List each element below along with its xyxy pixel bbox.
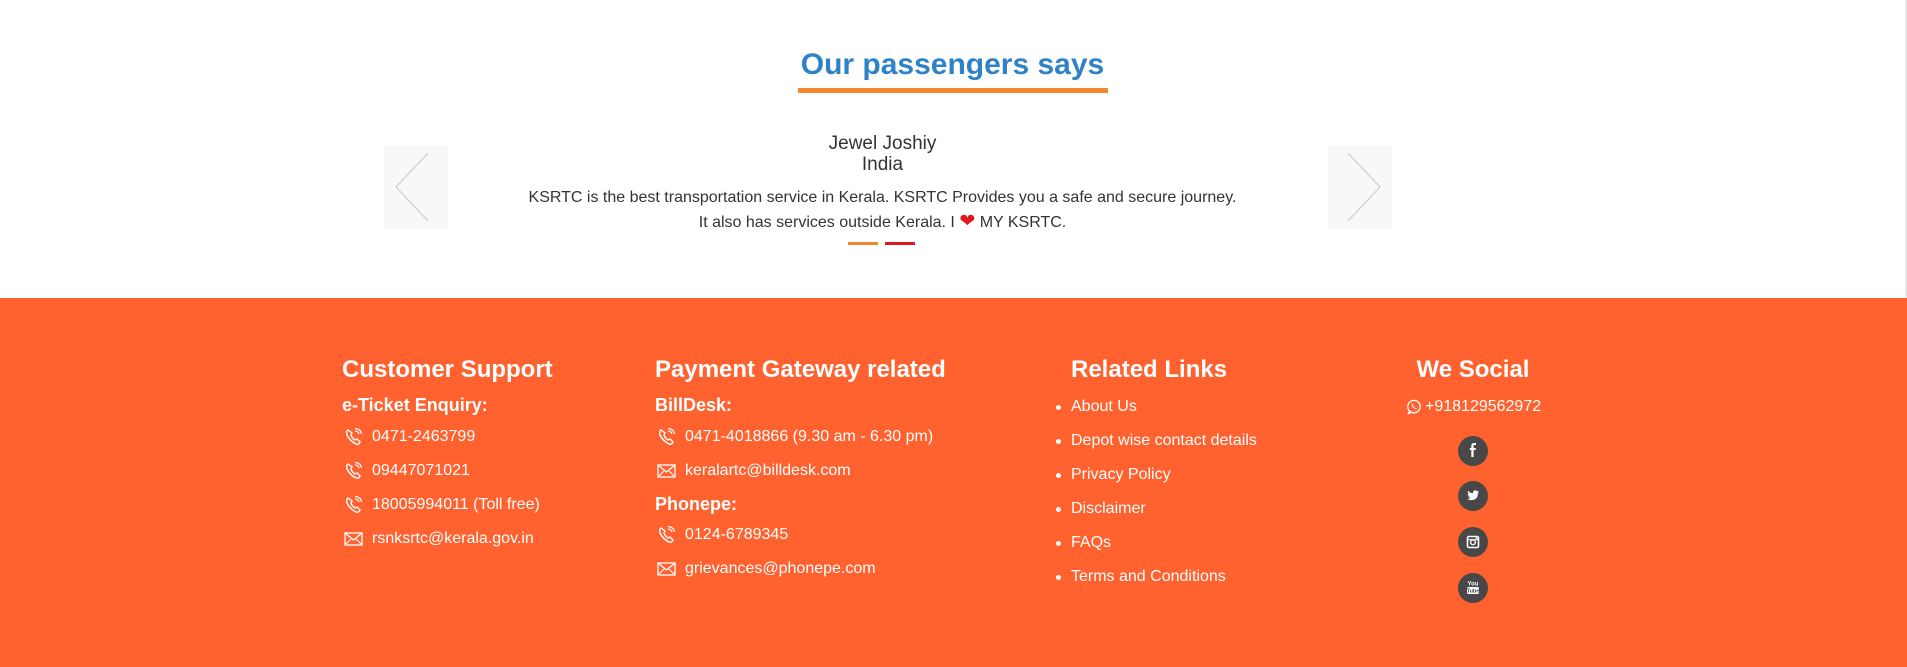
twitter-icon	[1467, 490, 1479, 501]
link-label: Terms and Conditions	[1071, 568, 1226, 585]
mail-icon	[655, 462, 685, 480]
link-about-us[interactable]: About Us	[1056, 398, 1137, 416]
link-label: Disclaimer	[1071, 500, 1146, 517]
support-phone-2[interactable]: 09447071021	[342, 462, 470, 480]
bullet	[1056, 507, 1061, 512]
instagram-icon	[1466, 535, 1480, 549]
quote-line-2-end: MY KSRTC.	[979, 214, 1067, 231]
bullet	[1056, 439, 1061, 444]
phonepe-email[interactable]: grievances@phonepe.com	[655, 560, 876, 578]
testimonial-quote: KSRTC is the best transportation service…	[500, 186, 1265, 235]
support-phone-text: 09447071021	[372, 462, 470, 479]
eticket-enquiry-label: e-Ticket Enquiry:	[342, 395, 488, 415]
support-phone-text: 0471-2463799	[372, 428, 476, 445]
mail-icon	[655, 560, 685, 578]
link-depot-contacts[interactable]: Depot wise contact details	[1056, 432, 1257, 450]
bullet	[1056, 575, 1061, 580]
phone-icon	[655, 526, 685, 544]
testimonials-heading: Our passengers says	[800, 48, 1105, 81]
support-phone-1[interactable]: 0471-2463799	[342, 428, 475, 446]
link-label: Depot wise contact details	[1071, 432, 1257, 449]
link-disclaimer[interactable]: Disclaimer	[1056, 500, 1146, 518]
testimonial-author: Jewel Joshiy	[828, 133, 937, 154]
youtube-icon: You Tube	[1467, 582, 1480, 595]
bullet	[1056, 405, 1061, 410]
billdesk-phone[interactable]: 0471-4018866 (9.30 am - 6.30 pm)	[655, 428, 933, 446]
billdesk-email-text: keralartc@billdesk.com	[685, 462, 851, 479]
svg-text:You: You	[1468, 582, 1479, 588]
facebook-button[interactable]	[1458, 436, 1488, 466]
link-label: Privacy Policy	[1071, 466, 1171, 483]
bullet	[1056, 473, 1061, 478]
phonepe-phone-text: 0124-6789345	[685, 526, 789, 543]
chevron-right-icon	[1347, 152, 1381, 222]
link-label: About Us	[1071, 398, 1137, 415]
payment-gateway-title: Payment Gateway related	[655, 356, 946, 383]
related-links-title: Related Links	[1071, 356, 1228, 383]
mail-icon	[342, 530, 372, 548]
heading-underline	[798, 88, 1108, 93]
quote-line-1: KSRTC is the best transportation service…	[528, 189, 1237, 206]
bullet	[1056, 541, 1061, 546]
billdesk-label: BillDesk:	[655, 395, 733, 415]
quote-line-2-start: It also has services outside Kerala. I	[698, 214, 955, 231]
whatsapp-number: +918129562972	[1425, 398, 1542, 415]
phone-icon	[342, 462, 372, 480]
whatsapp-icon	[1407, 399, 1421, 415]
link-label: FAQs	[1071, 534, 1112, 551]
footer: Customer Support e-Ticket Enquiry: 0471-…	[0, 298, 1907, 667]
phonepe-email-text: grievances@phonepe.com	[685, 560, 876, 577]
facebook-icon	[1469, 443, 1476, 457]
billdesk-email[interactable]: keralartc@billdesk.com	[655, 462, 851, 480]
phone-icon	[655, 428, 685, 446]
heart-icon: ❤	[959, 211, 976, 232]
link-terms[interactable]: Terms and Conditions	[1056, 568, 1226, 586]
whatsapp-contact[interactable]: +918129562972	[1406, 398, 1541, 416]
phonepe-phone[interactable]: 0124-6789345	[655, 526, 788, 544]
support-phone-3[interactable]: 18005994011 (Toll free)	[342, 496, 540, 514]
instagram-button[interactable]	[1458, 527, 1488, 557]
testimonial-country: India	[861, 154, 904, 175]
phone-icon	[342, 496, 372, 514]
twitter-button[interactable]	[1458, 481, 1488, 511]
support-email-text: rsnksrtc@kerala.gov.in	[372, 530, 534, 547]
testimonials-section: Our passengers says Jewel Joshiy India K…	[0, 0, 1905, 298]
phone-icon	[342, 428, 372, 446]
link-faqs[interactable]: FAQs	[1056, 534, 1112, 552]
youtube-button[interactable]: You Tube	[1458, 573, 1488, 603]
billdesk-phone-text: 0471-4018866 (9.30 am - 6.30 pm)	[685, 428, 934, 445]
support-email[interactable]: rsnksrtc@kerala.gov.in	[342, 530, 534, 548]
carousel-next-button[interactable]	[1328, 145, 1392, 229]
carousel-indicator-1[interactable]	[848, 242, 878, 245]
customer-support-title: Customer Support	[342, 356, 553, 383]
carousel-indicator-2[interactable]	[885, 242, 915, 245]
svg-text:Tube: Tube	[1467, 589, 1480, 595]
support-phone-text: 18005994011 (Toll free)	[372, 496, 540, 513]
social-title: We Social	[1416, 356, 1530, 383]
phonepe-label: Phonepe:	[655, 494, 738, 514]
link-privacy-policy[interactable]: Privacy Policy	[1056, 466, 1171, 484]
